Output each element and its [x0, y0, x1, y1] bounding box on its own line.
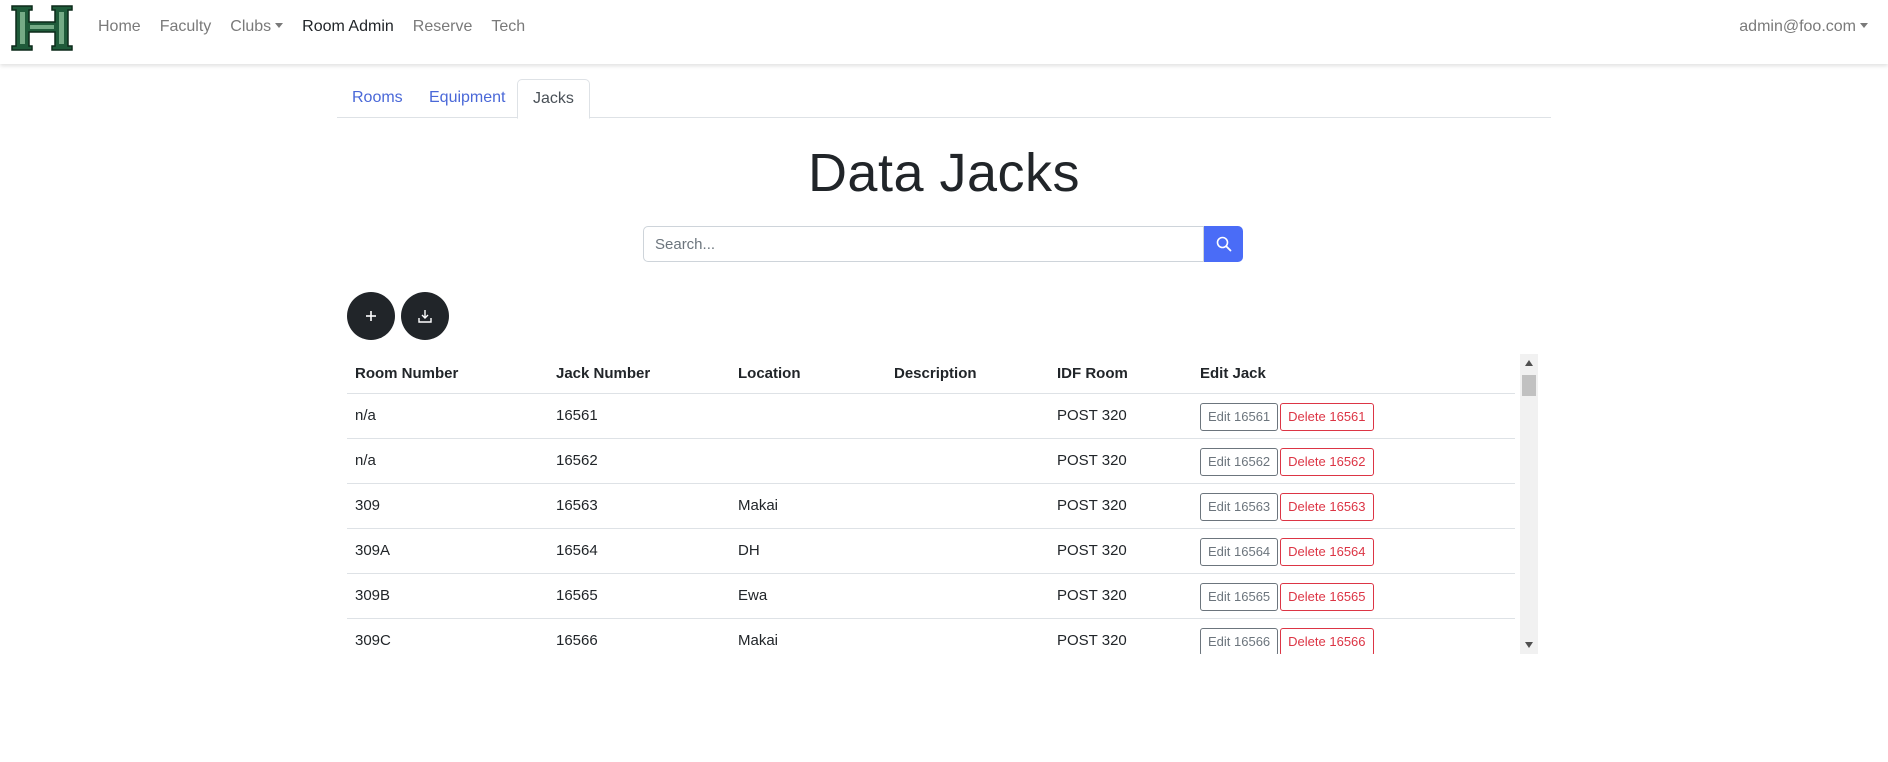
nav-tech[interactable]: Tech — [491, 18, 525, 36]
cell-jack: 16565 — [548, 573, 730, 619]
table-row: 309A 16564 DH POST 320 Edit 16564 Delete … — [347, 528, 1515, 574]
cell-idf: POST 320 — [1049, 618, 1192, 654]
cell-jack: 16562 — [548, 438, 730, 484]
search-icon — [1216, 236, 1231, 252]
cell-description — [886, 393, 1049, 439]
edit-jack-button[interactable]: Edit 16563 — [1200, 493, 1279, 521]
download-icon — [418, 310, 432, 323]
cell-actions: Edit 16566 Delete 16566 — [1192, 618, 1515, 654]
user-menu-dropdown[interactable]: admin@foo.com — [1739, 18, 1868, 36]
delete-jack-button[interactable]: Delete 16566 — [1280, 628, 1374, 654]
tab-rooms[interactable]: Rooms — [337, 79, 418, 118]
cell-jack: 16563 — [548, 483, 730, 529]
delete-jack-button[interactable]: Delete 16564 — [1280, 538, 1374, 566]
header-idf-room: IDF Room — [1049, 354, 1192, 394]
jacks-table-container: Room Number Jack Number Location Descrip… — [347, 354, 1538, 654]
cell-description — [886, 438, 1049, 484]
nav-links: Home Faculty Clubs Room Admin Reserve Te… — [98, 18, 544, 36]
cell-description — [886, 618, 1049, 654]
delete-jack-button[interactable]: Delete 16565 — [1280, 583, 1374, 611]
cell-location: Ewa — [730, 573, 886, 619]
scroll-down-arrow-icon[interactable] — [1525, 642, 1533, 648]
cell-room: 309C — [347, 618, 548, 654]
table-row: 309B 16565 Ewa POST 320 Edit 16565 Delete… — [347, 573, 1515, 619]
search-input[interactable] — [643, 226, 1204, 262]
tab-jacks[interactable]: Jacks — [517, 79, 590, 119]
user-email: admin@foo.com — [1739, 18, 1856, 35]
cell-location: Makai — [730, 483, 886, 529]
cell-actions: Edit 16564 Delete 16564 — [1192, 528, 1515, 574]
cell-idf: POST 320 — [1049, 438, 1192, 484]
download-button[interactable] — [401, 292, 449, 340]
header-location: Location — [730, 354, 886, 394]
cell-actions: Edit 16565 Delete 16565 — [1192, 573, 1515, 619]
cell-actions: Edit 16561 Delete 16561 — [1192, 393, 1515, 439]
header-room-number: Room Number — [347, 354, 548, 394]
edit-jack-button[interactable]: Edit 16565 — [1200, 583, 1279, 611]
cell-room: 309B — [347, 573, 548, 619]
cell-room: n/a — [347, 393, 548, 439]
nav-room-admin[interactable]: Room Admin — [302, 18, 394, 36]
cell-room: n/a — [347, 438, 548, 484]
delete-jack-button[interactable]: Delete 16561 — [1280, 403, 1374, 431]
jacks-table: Room Number Jack Number Location Descrip… — [347, 354, 1515, 654]
admin-tabs: Rooms Equipment Jacks — [337, 79, 1551, 119]
cell-jack: 16566 — [548, 618, 730, 654]
header-edit-jack: Edit Jack — [1192, 354, 1515, 394]
table-header-row: Room Number Jack Number Location Descrip… — [347, 354, 1515, 394]
edit-jack-button[interactable]: Edit 16564 — [1200, 538, 1279, 566]
search-button[interactable] — [1204, 226, 1243, 262]
nav-reserve[interactable]: Reserve — [413, 18, 473, 36]
add-jack-button[interactable] — [347, 292, 395, 340]
cell-description — [886, 483, 1049, 529]
cell-location: DH — [730, 528, 886, 574]
tab-equipment[interactable]: Equipment — [414, 79, 521, 118]
table-row: n/a 16562 POST 320 Edit 16562 Delete 1656… — [347, 438, 1515, 484]
edit-jack-button[interactable]: Edit 16566 — [1200, 628, 1279, 654]
table-scrollbar[interactable] — [1520, 354, 1538, 654]
cell-idf: POST 320 — [1049, 528, 1192, 574]
edit-jack-button[interactable]: Edit 16562 — [1200, 448, 1279, 476]
cell-room: 309A — [347, 528, 548, 574]
plus-icon — [366, 311, 376, 321]
edit-jack-button[interactable]: Edit 16561 — [1200, 403, 1279, 431]
cell-description — [886, 528, 1049, 574]
cell-idf: POST 320 — [1049, 573, 1192, 619]
scrollbar-thumb[interactable] — [1522, 375, 1536, 396]
top-navbar: Home Faculty Clubs Room Admin Reserve Te… — [0, 0, 1888, 64]
table-row: 309C 16566 Makai POST 320 Edit 16566 Dele… — [347, 618, 1515, 654]
header-jack-number: Jack Number — [548, 354, 730, 394]
page-title: Data Jacks — [807, 143, 1081, 203]
chevron-down-icon — [275, 23, 284, 28]
nav-clubs-dropdown[interactable]: Clubs — [230, 18, 284, 36]
nav-home[interactable]: Home — [98, 18, 141, 36]
cell-jack: 16564 — [548, 528, 730, 574]
cell-actions: Edit 16562 Delete 16562 — [1192, 438, 1515, 484]
cell-room: 309 — [347, 483, 548, 529]
h-logo-icon[interactable] — [10, 2, 74, 54]
delete-jack-button[interactable]: Delete 16562 — [1280, 448, 1374, 476]
header-description: Description — [886, 354, 1049, 394]
cell-location: Makai — [730, 618, 886, 654]
cell-idf: POST 320 — [1049, 393, 1192, 439]
cell-description — [886, 573, 1049, 619]
cell-location — [730, 393, 886, 439]
scroll-up-arrow-icon[interactable] — [1525, 360, 1533, 366]
cell-jack: 16561 — [548, 393, 730, 439]
nav-clubs-label: Clubs — [230, 18, 272, 35]
cell-idf: POST 320 — [1049, 483, 1192, 529]
chevron-down-icon — [1860, 23, 1868, 28]
delete-jack-button[interactable]: Delete 16563 — [1280, 493, 1374, 521]
cell-location — [730, 438, 886, 484]
table-row: 309 16563 Makai POST 320 Edit 16563 Delet… — [347, 483, 1515, 529]
cell-actions: Edit 16563 Delete 16563 — [1192, 483, 1515, 529]
nav-faculty[interactable]: Faculty — [160, 18, 212, 36]
table-row: n/a 16561 POST 320 Edit 16561 Delete 1656… — [347, 393, 1515, 439]
